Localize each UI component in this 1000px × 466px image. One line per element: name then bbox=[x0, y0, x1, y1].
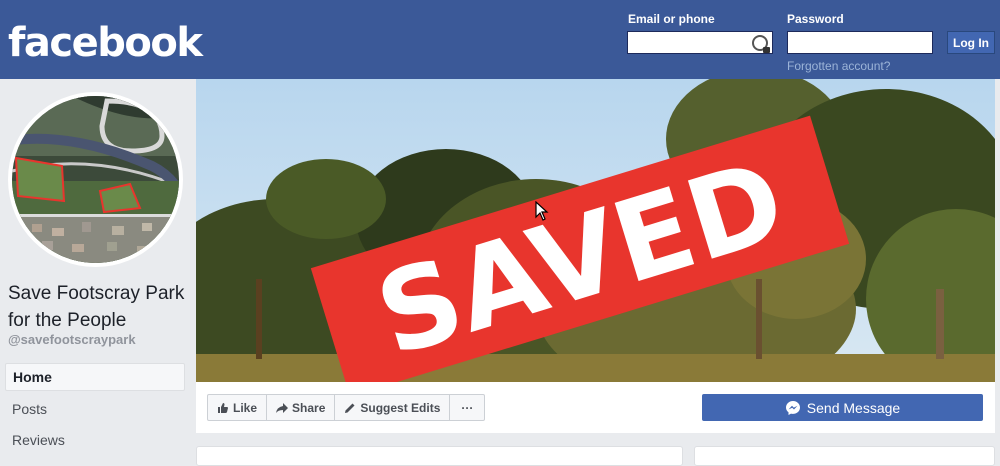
facebook-logo[interactable]: facebook bbox=[8, 20, 203, 66]
park-trees-image: SAVED bbox=[196, 79, 995, 382]
page-handle[interactable]: @savefootscraypark bbox=[8, 332, 136, 347]
pencil-icon bbox=[345, 403, 355, 413]
cover-photo[interactable]: SAVED bbox=[196, 79, 995, 382]
email-label: Email or phone bbox=[628, 12, 715, 26]
share-button[interactable]: Share bbox=[267, 395, 336, 420]
suggest-edits-label: Suggest Edits bbox=[360, 400, 441, 415]
page-title[interactable]: Save Footscray Park for the People bbox=[8, 280, 188, 334]
sidebar-item-home[interactable]: Home bbox=[5, 363, 185, 391]
like-button[interactable]: Like bbox=[208, 395, 268, 420]
suggest-edits-button[interactable]: Suggest Edits bbox=[335, 395, 451, 420]
messenger-icon bbox=[785, 400, 800, 415]
sidebar-item-reviews[interactable]: Reviews bbox=[5, 426, 185, 454]
mouse-cursor-icon bbox=[535, 201, 549, 221]
avatar bbox=[12, 96, 179, 263]
page-action-bar: Like Share Suggest Edits ··· Send Messag… bbox=[196, 382, 995, 433]
send-message-label: Send Message bbox=[806, 399, 901, 416]
send-message-button[interactable]: Send Message bbox=[702, 394, 983, 421]
top-bar: facebook Email or phone Password Log In … bbox=[0, 0, 1000, 79]
password-key-icon[interactable] bbox=[752, 35, 770, 53]
password-field[interactable] bbox=[787, 31, 933, 54]
email-field[interactable] bbox=[627, 31, 773, 54]
page-actions-group: Like Share Suggest Edits ··· bbox=[207, 394, 486, 421]
share-arrow-icon bbox=[276, 402, 289, 413]
thumbs-up-icon bbox=[218, 402, 228, 413]
password-label: Password bbox=[787, 12, 844, 26]
profile-picture[interactable] bbox=[8, 92, 183, 267]
share-label: Share bbox=[292, 400, 326, 415]
login-button[interactable]: Log In bbox=[947, 31, 995, 54]
aerial-map-image bbox=[12, 96, 179, 263]
forgotten-account-link[interactable]: Forgotten account? bbox=[787, 59, 890, 73]
content-card-right bbox=[694, 446, 995, 466]
page-sidebar: Save Footscray Park for the People @save… bbox=[0, 79, 195, 457]
like-label: Like bbox=[233, 400, 258, 415]
ellipsis-icon: ··· bbox=[461, 400, 474, 415]
sidebar-item-posts[interactable]: Posts bbox=[5, 395, 185, 423]
content-card-left bbox=[196, 446, 683, 466]
more-options-button[interactable]: ··· bbox=[450, 395, 484, 420]
